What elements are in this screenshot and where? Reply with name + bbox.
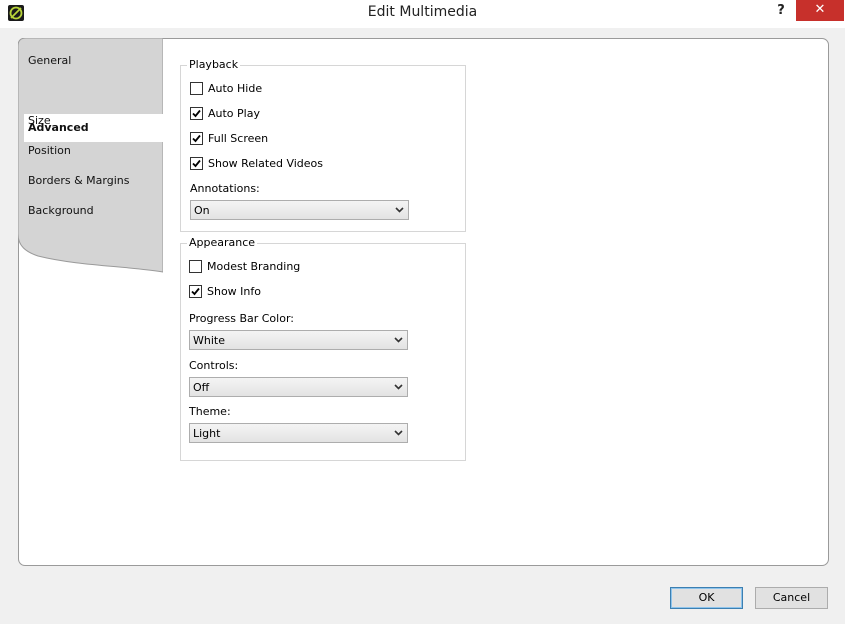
- checkbox-box[interactable]: [190, 107, 203, 120]
- auto-hide-label: Auto Hide: [208, 82, 263, 95]
- show-info-label: Show Info: [207, 285, 261, 298]
- sidebar-item-size[interactable]: Size: [28, 111, 51, 131]
- checkbox-box[interactable]: [189, 260, 202, 273]
- appearance-title: Appearance: [187, 236, 258, 249]
- sidebar-item-background[interactable]: Background: [28, 201, 94, 221]
- title-bar: Edit Multimedia ? ✕: [0, 0, 845, 28]
- close-button[interactable]: ✕: [796, 0, 844, 21]
- playback-title: Playback: [187, 58, 241, 71]
- theme-value: Light: [193, 427, 221, 440]
- progress-bar-color-label: Progress Bar Color:: [189, 312, 294, 325]
- modest-branding-label: Modest Branding: [207, 260, 301, 273]
- show-related-videos-label: Show Related Videos: [208, 157, 324, 170]
- cancel-button[interactable]: Cancel: [755, 587, 828, 609]
- full-screen-label: Full Screen: [208, 132, 269, 145]
- checkbox-box[interactable]: [190, 157, 203, 170]
- chevron-down-icon: [394, 430, 403, 436]
- checkbox-box[interactable]: [190, 82, 203, 95]
- checkmark-icon: [192, 134, 201, 143]
- annotations-value: On: [194, 204, 210, 217]
- checkmark-icon: [192, 109, 201, 118]
- chevron-down-icon: [394, 337, 403, 343]
- progress-bar-color-value: White: [193, 334, 225, 347]
- sidebar-item-borders-margins[interactable]: Borders & Margins: [28, 171, 129, 191]
- sidebar-item-general[interactable]: General: [28, 51, 71, 71]
- checkmark-icon: [192, 159, 201, 168]
- chevron-down-icon: [395, 207, 404, 213]
- auto-play-label: Auto Play: [208, 107, 260, 120]
- annotations-select[interactable]: On: [190, 200, 409, 220]
- checkmark-icon: [191, 287, 200, 296]
- theme-label: Theme:: [189, 405, 231, 418]
- sidebar-item-position[interactable]: Position: [28, 141, 71, 161]
- ok-button[interactable]: OK: [670, 587, 743, 609]
- controls-value: Off: [193, 381, 210, 394]
- controls-select[interactable]: Off: [189, 377, 408, 397]
- progress-bar-color-select[interactable]: White: [189, 330, 408, 350]
- theme-select[interactable]: Light: [189, 423, 408, 443]
- checkbox-box[interactable]: [189, 285, 202, 298]
- window-title: Edit Multimedia: [367, 4, 478, 20]
- help-button[interactable]: ?: [768, 1, 794, 23]
- controls-label: Controls:: [189, 359, 239, 372]
- chevron-down-icon: [394, 384, 403, 390]
- annotations-label: Annotations:: [190, 182, 260, 195]
- checkbox-box[interactable]: [190, 132, 203, 145]
- sidebar: General Advanced Size Position Borders &…: [18, 38, 163, 564]
